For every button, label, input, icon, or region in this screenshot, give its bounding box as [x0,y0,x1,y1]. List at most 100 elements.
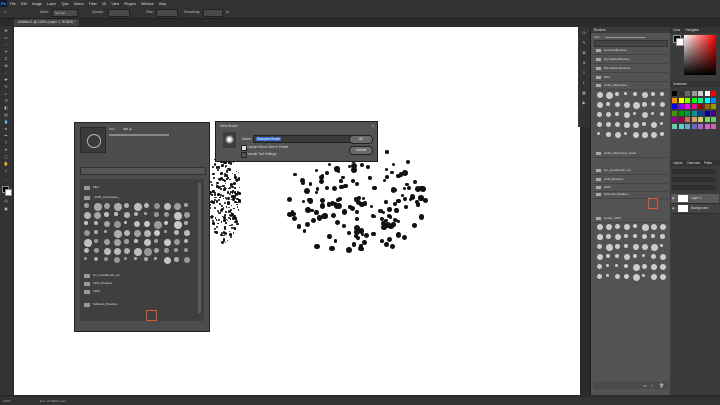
brush-thumbnail[interactable] [174,203,182,211]
size-value[interactable]: 400 px [123,127,132,131]
brush-thumbnail[interactable] [174,221,182,229]
brush-thumbnail[interactable] [615,234,621,240]
brush-thumbnail[interactable] [597,92,603,98]
color-swatch[interactable] [711,110,716,116]
brush-thumbnail[interactable] [134,221,141,228]
brush-thumbnail[interactable] [124,221,128,225]
brush-folder-row[interactable]: Dry Media Brushes [593,56,668,64]
brush-thumbnail[interactable] [615,274,621,280]
color-swatch[interactable] [704,117,710,122]
brush-thumbnail[interactable] [124,203,129,208]
brush-thumbnail[interactable] [624,274,629,279]
brush-thumbnail[interactable] [660,234,665,239]
color-swatch[interactable] [704,91,710,96]
menu-help[interactable]: Help [159,2,166,6]
color-swatch[interactable] [678,91,684,96]
brush-thumbnail[interactable] [642,254,646,258]
brush-thumbnail[interactable] [660,102,665,107]
color-swatch[interactable] [691,123,697,129]
document-info[interactable]: Doc: 24.9M/0 bytes [40,399,66,403]
brush-thumbnail[interactable] [642,132,648,138]
menu-select[interactable]: Select [74,2,84,6]
brush-thumbnail[interactable] [633,244,639,250]
brush-thumbnail[interactable] [615,224,621,230]
brush-thumbnail[interactable] [114,248,121,255]
brush-thumbnail[interactable] [114,221,121,228]
brush-thumbnail[interactable] [651,264,657,270]
brush-thumbnail[interactable] [624,102,631,109]
brush-folder-row[interactable]: Misc [593,74,668,82]
brush-thumbnail[interactable] [660,244,664,248]
brush-thumbnail[interactable] [606,264,610,268]
brush-thumbnail[interactable] [184,248,188,252]
color-swatch[interactable] [711,97,716,103]
brush-thumbnail[interactable] [606,234,611,239]
color-swatch[interactable] [711,91,716,96]
brush-thumbnail[interactable] [633,224,638,229]
brush-thumbnail[interactable] [154,221,162,229]
eye-icon[interactable]: ◉ [672,196,675,200]
brush-thumbnail[interactable] [624,234,629,239]
new-folder-icon[interactable]: ▭ [643,383,647,388]
gradient-tool-icon[interactable]: ▤ [3,112,9,117]
brush-folder-row[interactable]: stroke_1000 [593,215,668,223]
menu-view[interactable]: View [111,2,119,6]
layer-row[interactable]: ◉ Layer 1 [671,194,719,204]
brush-thumbnail[interactable] [164,203,172,211]
brush-thumbnail[interactable] [633,92,637,96]
brush-thumbnail[interactable] [642,102,648,108]
brush-thumbnail[interactable] [615,244,620,249]
brush-angle-preview[interactable] [80,127,106,153]
brush-thumbnail[interactable] [104,203,111,210]
menu-window[interactable]: Window [141,2,154,6]
brush-thumbnail[interactable] [84,212,92,220]
tab-swatches[interactable]: Swatches [670,81,720,87]
brush-thumbnail[interactable] [651,234,655,238]
folder-label[interactable]: 1000 [93,289,100,293]
brush-thumbnail[interactable] [164,212,170,218]
brush-thumbnail[interactable] [84,203,89,208]
brush-thumbnail[interactable] [615,102,621,108]
mode-select[interactable]: Normal [52,9,78,17]
brush-search-field[interactable] [80,167,206,175]
color-swatch[interactable] [698,91,703,96]
brush-thumbnail[interactable] [144,257,149,262]
background-color-swatch[interactable] [5,189,12,196]
brush-thumbnail[interactable] [606,122,612,128]
brush-thumbnail[interactable] [134,239,139,244]
menu-plugins[interactable]: Plugins [124,2,136,6]
brush-thumbnail[interactable] [615,264,619,268]
color-swatch[interactable] [711,123,716,129]
color-swatch[interactable] [698,97,703,103]
brush-thumbnail[interactable] [624,132,628,136]
brush-thumbnail[interactable] [94,257,99,262]
folder-label[interactable]: lon_pencilbrush_set [93,273,120,277]
color-swatch[interactable] [685,91,690,96]
close-icon[interactable]: × [372,123,374,128]
color-swatch[interactable] [691,110,697,116]
brush-thumbnail[interactable] [597,224,604,231]
brush-thumbnail[interactable] [104,221,110,227]
brush-thumbnail[interactable] [174,239,181,246]
brush-thumbnail[interactable] [606,224,613,231]
brush-folder-row[interactable]: 1040_subtonique_brush [593,150,668,158]
color-swatch[interactable] [685,110,690,116]
brush-preset-list[interactable]: Misc _1035_subtonique_ lon_pencilbrush_s… [80,179,204,321]
brush-thumbnail[interactable] [104,248,111,255]
brush-thumbnail[interactable] [174,230,180,236]
color-swatch[interactable] [704,97,710,103]
brush-thumbnail[interactable] [94,239,98,243]
size-slider[interactable] [109,134,169,136]
brush-thumbnail[interactable] [174,248,179,253]
brush-folder-row[interactable]: 1035_subtonique_ [593,82,668,90]
brush-thumbnail[interactable] [660,132,665,137]
brush-thumbnail[interactable] [651,132,658,139]
brush-thumbnail[interactable] [164,230,168,234]
brush-thumbnail[interactable] [144,248,152,256]
opacity-field[interactable] [108,9,130,17]
color-swatch[interactable] [678,97,684,103]
brush-thumbnail[interactable] [597,234,603,240]
menu-type[interactable]: Type [61,2,69,6]
brush-thumbnail[interactable] [597,132,601,136]
libraries-icon[interactable]: ▦ [581,90,587,95]
